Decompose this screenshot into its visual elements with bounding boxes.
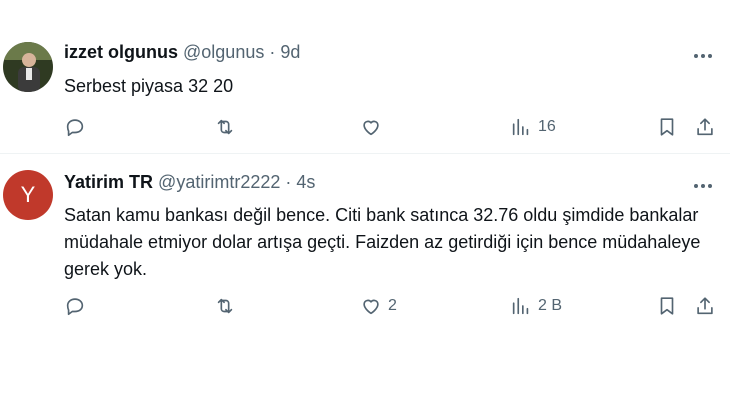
bookmark-icon — [660, 297, 674, 315]
avatar[interactable] — [3, 42, 53, 92]
repost-button[interactable] — [214, 112, 242, 142]
like-icon — [363, 120, 379, 136]
views-icon — [512, 297, 529, 315]
avatar[interactable]: Y — [3, 170, 53, 220]
views-button[interactable]: 2 B — [510, 291, 562, 321]
repost-icon — [217, 119, 233, 135]
share-button[interactable] — [694, 291, 716, 321]
repost-icon — [217, 298, 233, 314]
views-count: 16 — [538, 118, 556, 135]
timestamp[interactable]: 4s — [296, 172, 315, 192]
bookmark-button[interactable] — [656, 112, 678, 142]
bookmark-button[interactable] — [656, 291, 678, 321]
views-button[interactable]: 16 — [510, 112, 556, 142]
avatar-letter: Y — [20, 182, 36, 207]
display-name[interactable]: Yatirim TR — [64, 172, 153, 192]
tweet[interactable]: Y Yatirim TR @yatirimtr2222 · 4s Satan k… — [0, 154, 730, 334]
tweet-text: Serbest piyasa 32 20 — [64, 76, 234, 96]
share-icon — [697, 118, 713, 136]
reply-button[interactable] — [64, 112, 92, 142]
repost-button[interactable] — [214, 291, 242, 321]
like-count: 2 — [388, 297, 397, 314]
tweet-text: Satan kamu bankası değil bence. Citi ban… — [64, 205, 701, 279]
tweet[interactable]: izzet olgunus @olgunus · 9d Serbest piya… — [0, 0, 730, 154]
tweet-actions: 16 — [0, 112, 730, 142]
separator-dot: · — [269, 42, 276, 62]
separator-dot: · — [285, 172, 292, 192]
reply-icon — [66, 119, 84, 137]
tweet-header: Yatirim TR @yatirimtr2222 · 4s — [64, 172, 315, 193]
timestamp[interactable]: 9d — [280, 42, 300, 62]
share-button[interactable] — [694, 112, 716, 142]
like-button[interactable] — [360, 112, 388, 142]
like-icon — [363, 299, 379, 315]
more-icon[interactable] — [694, 52, 716, 60]
like-button[interactable]: 2 — [360, 291, 397, 321]
share-icon — [697, 297, 713, 315]
user-handle[interactable]: @yatirimtr2222 — [158, 172, 280, 192]
reply-button[interactable] — [64, 291, 92, 321]
views-count: 2 B — [538, 297, 563, 314]
more-icon[interactable] — [694, 182, 716, 190]
tweet-actions: 2 2 B — [0, 291, 730, 321]
reply-icon — [66, 298, 84, 316]
display-name[interactable]: izzet olgunus — [64, 42, 178, 62]
bookmark-icon — [660, 118, 674, 136]
tweet-header: izzet olgunus @olgunus · 9d — [64, 42, 300, 63]
views-icon — [512, 118, 529, 136]
user-handle[interactable]: @olgunus — [183, 42, 264, 62]
